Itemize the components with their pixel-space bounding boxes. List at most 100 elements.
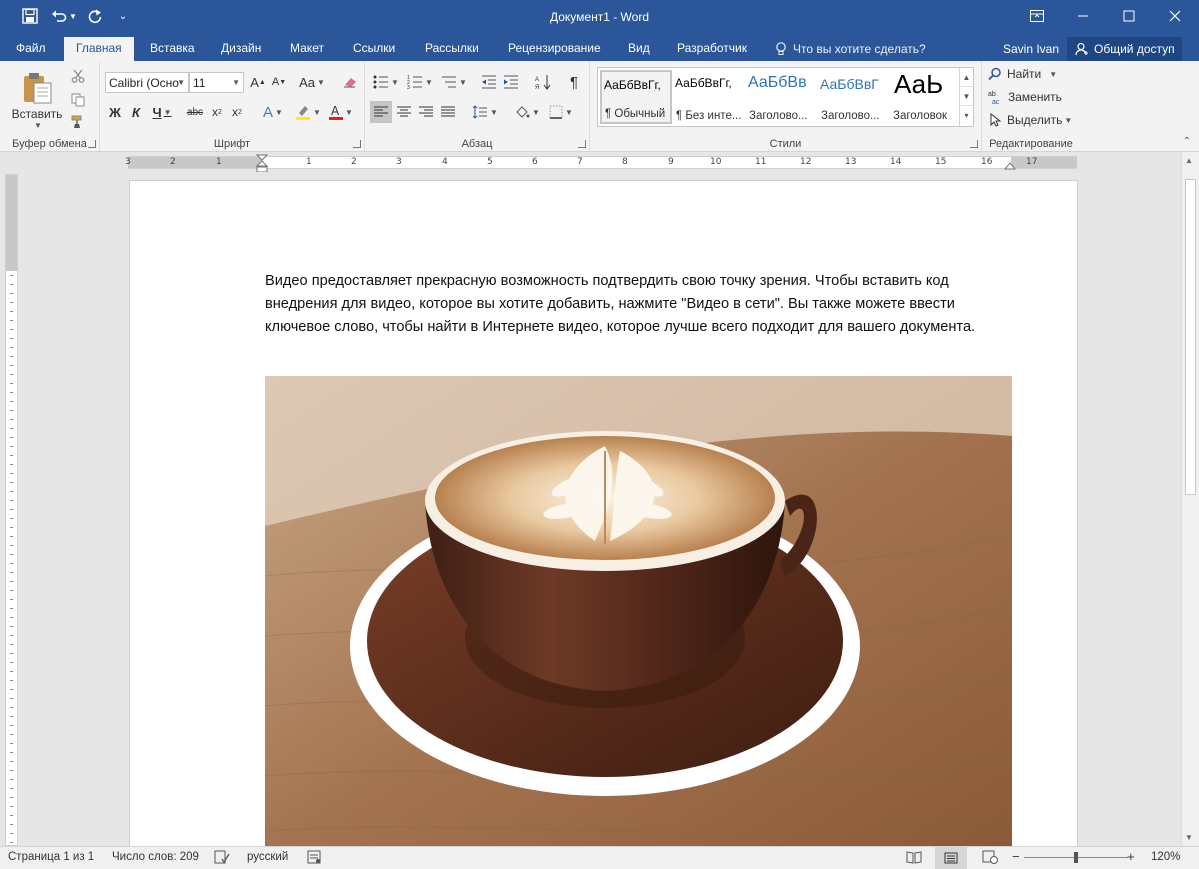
tell-me-box[interactable]: Что вы хотите сделать? <box>775 42 926 56</box>
highlight-color-button[interactable]: ▼ <box>292 101 324 123</box>
tab-review[interactable]: Рецензирование <box>496 37 613 61</box>
user-name[interactable]: Savin Ivan <box>1003 42 1059 56</box>
scroll-up-icon[interactable]: ▲ <box>1185 156 1193 165</box>
style-title[interactable]: АаЬ Заголовок <box>890 70 962 124</box>
paste-button[interactable]: Вставить ▼ <box>8 65 66 135</box>
ruler-right-margin <box>1011 157 1077 168</box>
tab-file[interactable]: Файл <box>4 37 58 61</box>
style-heading-1[interactable]: АаБбВв Заголово... <box>746 70 818 124</box>
styles-launcher-icon[interactable] <box>970 140 978 148</box>
font-color-button[interactable]: A ▼ <box>326 101 356 123</box>
tab-mailings[interactable]: Рассылки <box>413 37 491 61</box>
clear-formatting-icon[interactable] <box>340 71 360 93</box>
document-page[interactable]: Видео предоставляет прекрасную возможнос… <box>129 180 1078 846</box>
ribbon-display-options-icon[interactable] <box>1014 0 1060 32</box>
person-icon <box>1075 42 1088 56</box>
minimize-icon[interactable] <box>1060 0 1106 32</box>
proofing-icon[interactable] <box>214 850 230 867</box>
sort-icon[interactable]: AЯ <box>533 71 553 93</box>
vertical-scrollbar[interactable]: ▲ ▼ <box>1181 152 1199 846</box>
line-spacing-button[interactable]: ▼ <box>469 101 501 123</box>
close-icon[interactable] <box>1152 0 1198 32</box>
align-right-icon[interactable] <box>415 101 437 123</box>
maximize-icon[interactable] <box>1106 0 1152 32</box>
collapse-ribbon-icon[interactable]: ⌃ <box>1183 136 1191 147</box>
find-button[interactable]: Найти ▼ <box>988 64 1057 84</box>
zoom-slider-thumb[interactable] <box>1074 852 1078 863</box>
print-layout-icon[interactable] <box>935 847 967 869</box>
paragraph-group: ▼ 1 2 3 ▼ ▼ AЯ ¶ ▼ ▼ ▼ Абзац <box>365 61 590 151</box>
cut-icon[interactable] <box>68 65 88 87</box>
subscript-button[interactable]: x2 <box>208 101 226 123</box>
page-count[interactable]: Страница 1 из 1 <box>8 851 94 863</box>
indent-marker-icon[interactable] <box>256 154 268 174</box>
coffee-cup-image[interactable] <box>265 376 1012 846</box>
grow-font-button[interactable]: A ▲ <box>248 71 268 93</box>
multilevel-list-button[interactable]: ▼ <box>438 71 470 93</box>
increase-indent-icon[interactable] <box>501 71 521 93</box>
justify-icon[interactable] <box>437 101 459 123</box>
web-layout-icon[interactable] <box>982 850 998 867</box>
macro-recording-icon[interactable] <box>307 850 321 867</box>
vertical-ruler-tick <box>10 410 13 411</box>
right-indent-marker-icon[interactable] <box>1004 160 1016 170</box>
style-heading-2[interactable]: АаБбВвГ Заголово... <box>818 70 890 124</box>
underline-button[interactable]: Ч ▼ <box>147 101 177 123</box>
vertical-ruler-tick <box>10 437 13 438</box>
tab-developer[interactable]: Разработчик <box>665 37 759 61</box>
style-name: ¶ Обычный <box>605 108 666 120</box>
shrink-font-button[interactable]: A ▼ <box>269 71 289 93</box>
vertical-ruler[interactable] <box>5 174 18 846</box>
tab-insert[interactable]: Вставка <box>138 37 207 61</box>
strikethrough-button[interactable]: abc <box>184 101 206 123</box>
bullets-button[interactable]: ▼ <box>370 71 402 93</box>
align-left-icon[interactable] <box>370 101 392 123</box>
bold-button[interactable]: Ж <box>105 101 125 123</box>
decrease-indent-icon[interactable] <box>479 71 499 93</box>
superscript-button[interactable]: x2 <box>228 101 246 123</box>
styles-scroll-down-icon[interactable]: ▼ <box>960 87 973 106</box>
select-button[interactable]: Выделить ▼ <box>988 110 1072 130</box>
show-formatting-icon[interactable]: ¶ <box>564 71 584 93</box>
scrollbar-thumb[interactable] <box>1185 179 1196 495</box>
tab-layout[interactable]: Макет <box>278 37 336 61</box>
horizontal-ruler[interactable]: 3 2 1 1 2 3 4 5 6 7 8 9 10 11 12 13 14 1… <box>0 152 1199 174</box>
font-name-combo[interactable]: Calibri (Осно ▼ <box>105 72 189 93</box>
share-button[interactable]: Общий доступ <box>1067 37 1182 61</box>
paragraph-launcher-icon[interactable] <box>578 140 586 148</box>
zoom-level[interactable]: 120% <box>1151 851 1180 863</box>
borders-button[interactable]: ▼ <box>545 101 577 123</box>
vertical-ruler-tick <box>10 797 13 798</box>
clipboard-launcher-icon[interactable] <box>88 140 96 148</box>
align-center-icon[interactable] <box>393 101 415 123</box>
italic-button[interactable]: К <box>127 101 145 123</box>
scroll-down-icon[interactable]: ▼ <box>1185 833 1193 842</box>
document-area[interactable]: Видео предоставляет прекрасную возможнос… <box>22 172 1181 846</box>
copy-icon[interactable] <box>68 89 88 111</box>
style-no-spacing[interactable]: АаБбВвГг, ¶ Без инте... <box>673 70 745 124</box>
style-sample: АаБбВвГ <box>820 76 879 92</box>
styles-more-icon[interactable]: ▾ <box>960 106 973 125</box>
styles-scroll-up-icon[interactable]: ▲ <box>960 68 973 87</box>
replace-button[interactable]: ab ac Заменить <box>988 87 1062 107</box>
tab-references[interactable]: Ссылки <box>341 37 407 61</box>
format-painter-icon[interactable] <box>68 111 88 133</box>
vertical-ruler-tick <box>10 734 13 735</box>
zoom-out-icon[interactable]: − <box>1012 849 1020 864</box>
vertical-ruler-tick <box>10 419 13 420</box>
word-count[interactable]: Число слов: 209 <box>112 851 199 863</box>
font-launcher-icon[interactable] <box>353 140 361 148</box>
tab-design[interactable]: Дизайн <box>209 37 273 61</box>
shading-button[interactable]: ▼ <box>511 101 543 123</box>
text-effects-button[interactable]: A ▼ <box>258 101 288 123</box>
language-indicator[interactable]: русский <box>247 851 288 863</box>
tab-view[interactable]: Вид <box>616 37 662 61</box>
numbering-button[interactable]: 1 2 3 ▼ <box>404 71 436 93</box>
change-case-button[interactable]: Aa ▼ <box>296 71 328 93</box>
font-size-combo[interactable]: 11 ▼ <box>189 72 244 93</box>
zoom-in-icon[interactable]: + <box>1127 849 1135 864</box>
document-paragraph[interactable]: Видео предоставляет прекрасную возможнос… <box>265 270 1015 339</box>
style-normal[interactable]: АаБбВвГг, ¶ Обычный <box>600 70 672 124</box>
tab-home[interactable]: Главная <box>64 37 134 61</box>
read-mode-icon[interactable] <box>906 850 922 867</box>
